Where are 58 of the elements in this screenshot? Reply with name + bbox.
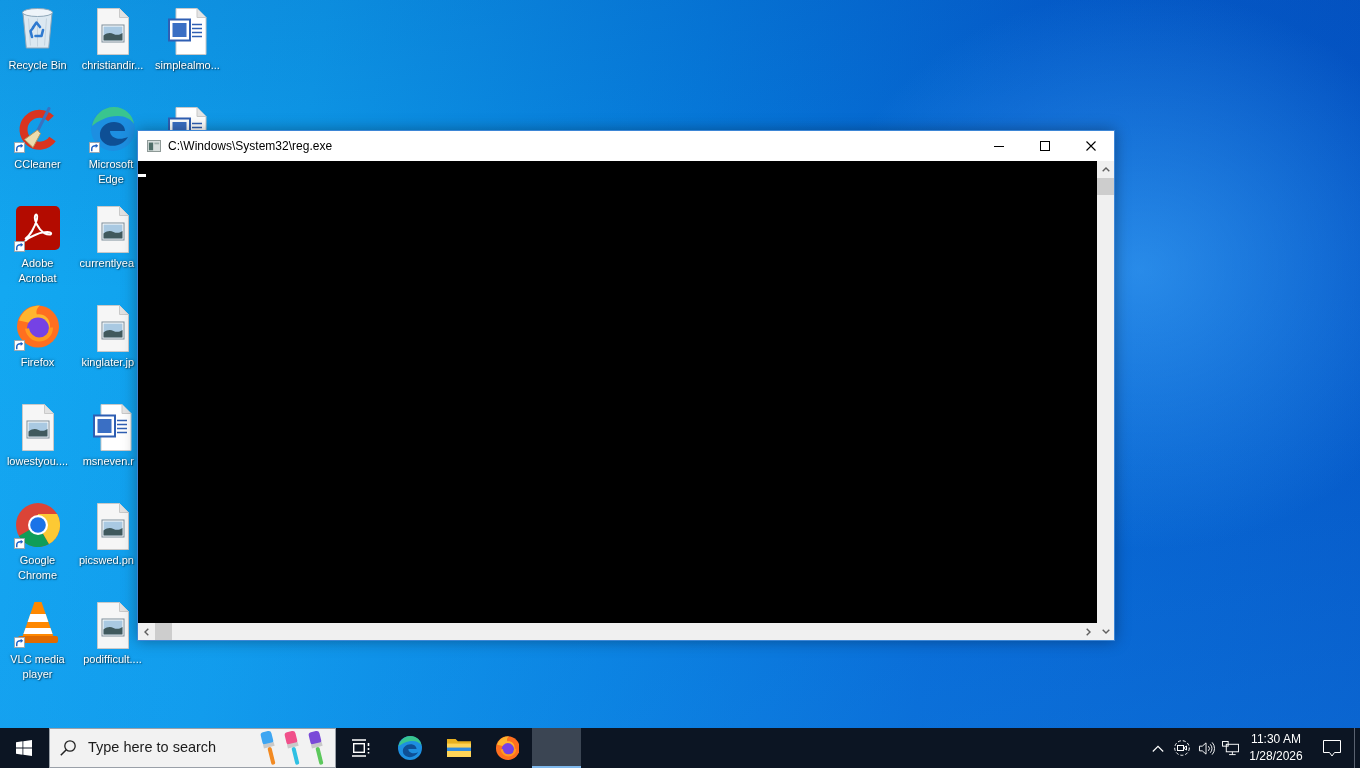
close-icon [1086,141,1096,151]
document-file-icon[interactable] [168,8,207,55]
folder-icon [446,738,471,758]
window-title: C:\Windows\System32\reg.exe [168,138,333,155]
desktop-icon-label[interactable]: VLC media player [9,652,66,682]
speech-bubble-icon [1323,739,1341,757]
chevron-left-icon [144,627,149,636]
speaker-icon [1197,740,1215,756]
desktop-icon-label[interactable]: Google Chrome [17,553,58,583]
search-box[interactable]: Type here to search [49,728,336,768]
chevron-down-icon [1101,629,1110,634]
document-file-icon[interactable] [168,107,207,130]
search-input[interactable]: Type here to search [88,737,260,759]
desktop-icon-label[interactable]: Adobe Acrobat [18,256,57,286]
maximize-icon [1040,141,1050,151]
monitor-icon [1221,740,1239,756]
app-window-icon [147,140,161,152]
desktop-icon-label[interactable]: msneven.r [82,454,134,469]
scroll-thumb[interactable] [1097,178,1114,195]
desktop-icon-label[interactable]: kinglater.jp [81,355,134,370]
minimize-icon [994,145,1004,147]
recycle-bin-icon[interactable] [22,8,53,49]
pdf-logo-icon[interactable] [15,206,60,250]
vertical-scrollbar[interactable] [1097,161,1114,640]
document-file-icon[interactable] [93,404,132,451]
chevron-up-icon [1101,167,1110,172]
chevron-up-icon [1152,744,1164,752]
camera-icon [1174,740,1190,756]
fox-logo-icon [495,736,520,760]
horizontal-scrollbar[interactable] [138,623,1097,640]
desktop-icon-label[interactable]: christiandir... [81,58,144,73]
desktop-icon-label[interactable]: currentlyea [79,256,134,271]
desktop-icon-label[interactable]: Microsoft Edge [88,157,134,187]
image-file-icon[interactable] [96,305,129,352]
desktop-icon-label[interactable]: CCleaner [14,157,61,172]
scroll-thumb[interactable] [155,623,172,640]
desktop-icon-label[interactable]: lowestyou.... [6,454,69,469]
search-icon [60,740,76,756]
start-menu-icon [16,740,32,756]
image-file-icon[interactable] [96,602,129,649]
browser-logo-icon[interactable] [15,503,60,547]
browser-swirl-icon [397,736,422,760]
image-file-icon[interactable] [96,206,129,253]
browser-swirl-icon[interactable] [90,107,135,151]
desktop-icon-label[interactable]: picswed.pn [78,553,134,568]
desktop-icon-label[interactable]: Recycle Bin [8,58,67,73]
image-file-icon[interactable] [21,404,54,451]
desktop-icon-label[interactable]: simplealmo... [155,58,220,73]
image-file-icon[interactable] [96,8,129,55]
desktop-icon-label[interactable]: podifficult.... [83,652,142,667]
clock-button[interactable]: 11:30 AM 1/28/2026 [1242,728,1310,768]
image-file-icon[interactable] [96,503,129,550]
broom-logo-icon[interactable] [17,107,58,151]
fox-logo-icon[interactable] [16,305,59,348]
traffic-cone-icon[interactable] [17,602,58,643]
desktop-icon-label[interactable]: Firefox [20,355,55,370]
task-view-icon [350,739,371,757]
chevron-right-icon [1086,627,1091,636]
